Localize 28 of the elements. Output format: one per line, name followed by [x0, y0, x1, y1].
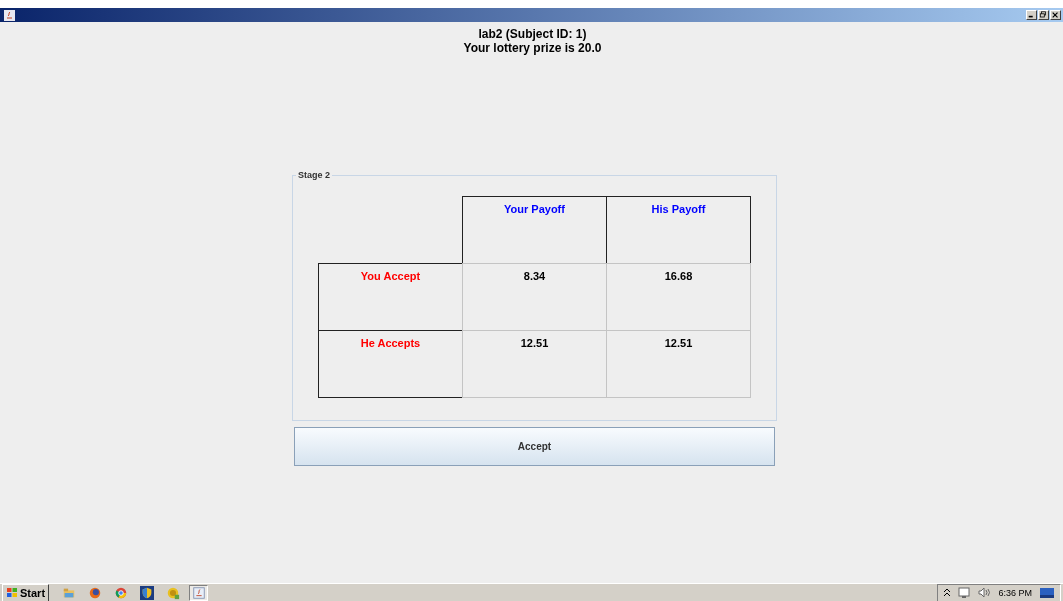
java-app-icon [191, 585, 206, 600]
windows-logo-icon [6, 587, 18, 598]
taskbar-button[interactable] [189, 584, 209, 601]
table-cell: 8.34 [462, 263, 607, 331]
shield-icon [139, 585, 154, 600]
accept-button[interactable]: Accept [294, 427, 775, 466]
row-header: You Accept [318, 263, 463, 331]
header-text: lab2 (Subject ID: 1) [478, 27, 587, 41]
close-icon[interactable] [1050, 10, 1061, 20]
table-cell: 16.68 [606, 263, 751, 331]
group-title: Stage 2 [297, 170, 331, 180]
network-icon[interactable] [958, 587, 971, 598]
show-desktop-icon[interactable] [1040, 587, 1054, 598]
column-header: His Payoff [606, 196, 751, 264]
table-cell: 12.51 [462, 330, 607, 398]
start-button[interactable]: Start [2, 583, 50, 601]
table-cell: 12.51 [606, 330, 751, 398]
clock-text: 6:36 PM [998, 587, 1032, 598]
speaker-icon[interactable] [978, 587, 991, 598]
taskbar-button[interactable] [137, 584, 157, 601]
coin-icon [165, 585, 180, 600]
minimize-icon[interactable] [1026, 10, 1037, 20]
chevron-up-icon[interactable] [944, 589, 951, 596]
fox-icon [87, 585, 102, 600]
column-header: Your Payoff [462, 196, 607, 264]
row-header: He Accepts [318, 330, 463, 398]
header-text: Your lottery prize is 20.0 [463, 41, 602, 55]
restore-icon[interactable] [1038, 10, 1049, 20]
